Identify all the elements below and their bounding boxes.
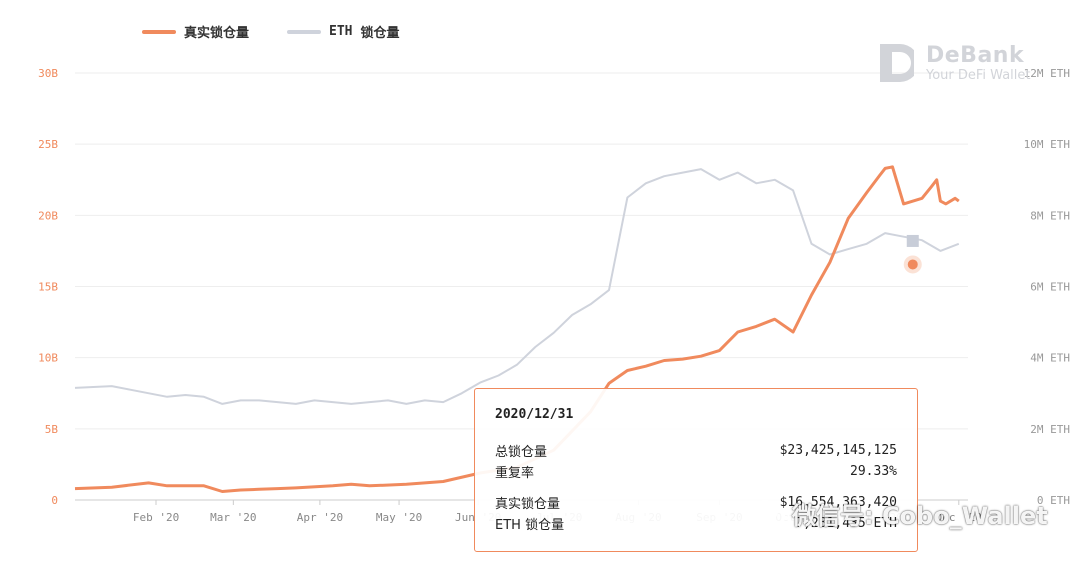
brand-tagline: Your DeFi Wallet [926,68,1031,83]
tooltip-date: 2020/12/31 [495,407,574,422]
tooltip-value: 29.33% [850,464,897,479]
tooltip-label: 总锁仓量 [495,445,548,460]
tooltip-label: 重复率 [495,466,535,481]
legend-item-eth-locked[interactable]: ETH 锁仓量 [287,22,400,41]
y-right-tick-label: 4M ETH [1030,352,1070,365]
debank-logo-icon [880,44,919,82]
x-tick-label: May '20 [376,511,422,524]
x-tick-label: Apr '20 [297,511,343,524]
y-right-tick-label: 6M ETH [1030,281,1070,294]
tooltip-label: 真实锁仓量 [495,497,561,512]
wechat-watermark: 微信号: Cobo_Wallet [751,496,1048,531]
tooltip-label: ETH 锁仓量 [495,518,565,533]
y-right-tick-label: 12M ETH [1024,67,1070,80]
y-left-tick-label: 5B [45,423,59,436]
legend-label-eth-suffix: 锁仓量 [360,26,400,41]
legend: 真实锁仓量 ETH 锁仓量 [142,22,438,41]
hover-markers [903,234,922,274]
debank-brand: DeBank Your DeFi Wallet [880,44,1030,84]
y-left-tick-label: 15B [38,281,58,294]
brand-name: DeBank [926,43,1025,68]
legend-item-real-locked[interactable]: 真实锁仓量 [142,22,249,41]
tooltip-value: $23,425,145,125 [779,443,897,458]
y-left-tick-label: 20B [38,209,58,222]
hover-point-real [907,259,918,270]
y-left-tick-label: 0 [51,494,58,507]
y-left-tick-label: 30B [38,67,58,80]
x-tick-label: Feb '20 [133,511,179,524]
legend-label-eth-prefix: ETH [329,24,353,39]
y-right-tick-label: 8M ETH [1030,209,1070,222]
legend-swatch-gray [287,29,322,34]
y-left-tick-label: 25B [38,138,58,151]
y-right-tick-label: 10M ETH [1024,138,1070,151]
y-right-tick-label: 2M ETH [1030,423,1070,436]
y-axis-right: 0 ETH2M ETH4M ETH6M ETH8M ETH10M ETH12M … [1024,67,1070,507]
hover-point-eth [906,234,919,247]
tooltip-row-overlap: 重复率 29.33% [495,461,897,482]
wechat-icon [751,499,786,529]
y-left-tick-label: 10B [38,352,58,365]
watermark-text: 微信号: Cobo_Wallet [792,502,1048,530]
y-axis-left: 0 5B 10B 15B 20B 25B 30B [38,67,58,507]
tooltip-row-total: 总锁仓量 $23,425,145,125 [495,440,897,461]
legend-label-real-locked: 真实锁仓量 [184,26,250,41]
legend-swatch-orange [142,29,176,34]
x-tick-label: Mar '20 [210,511,256,524]
